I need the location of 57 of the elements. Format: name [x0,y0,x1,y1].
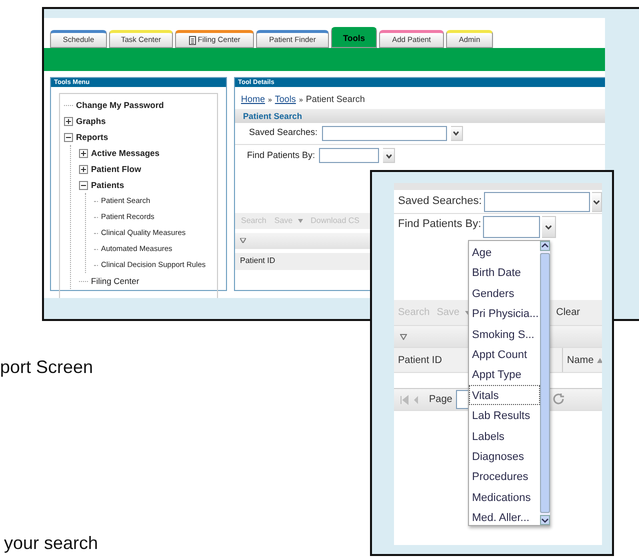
nav-tab[interactable]: Tools [331,27,377,48]
sort-arrow-icon [596,358,602,362]
dropdown-option[interactable]: Appt Count [469,344,540,364]
caret-icon [452,129,460,137]
breadcrumb-link[interactable]: Tools [274,93,296,106]
saved-searches-field[interactable] [484,192,590,212]
dropdown-option[interactable]: Med. Aller... [469,507,540,528]
column-header[interactable]: Patient ID [240,255,276,267]
slide-text: your search [4,533,98,555]
dropdown-option[interactable]: Labels [469,426,540,446]
tree-item[interactable]: Reports [76,130,108,144]
dropdown-option[interactable]: Smoking S... [469,324,540,344]
breadcrumb-current: Patient Search [306,93,365,106]
dropdown-option[interactable]: Birth Date [469,262,540,283]
tree-item[interactable]: Change My Password [76,98,164,112]
dropdown-button[interactable] [542,216,556,238]
filter-icon[interactable] [240,238,246,243]
dropdown-option[interactable]: Procedures [469,466,540,487]
dropdown-option[interactable]: Appt Type [469,364,540,385]
scroll-down-icon[interactable] [540,515,550,525]
dropdown-button[interactable] [592,192,602,212]
toolbar-button[interactable]: Clear [556,305,580,320]
caret-icon [384,152,393,160]
dropdown-option[interactable]: Genders [469,282,540,304]
dropdown-button[interactable] [383,148,396,163]
expand-icon[interactable] [79,164,88,174]
dropdown-option[interactable]: Diagnoses [469,446,540,466]
expand-icon[interactable] [79,148,88,158]
page-label: Page [429,393,452,407]
tree-item[interactable]: Active Messages [91,146,160,160]
collapse-icon[interactable] [64,132,73,142]
field-label: Find Patients By: [247,148,316,162]
find-patients-field[interactable] [483,216,540,238]
tree-item[interactable]: Graphs [76,114,106,128]
dropdown-option[interactable]: Lab Results [469,405,540,426]
dropdown-option[interactable]: Medications [469,486,540,508]
field-label: Saved Searches: [249,126,318,140]
find-patients-field[interactable] [319,148,380,163]
field-label: Find Patients By: [398,217,482,232]
dropdown-option[interactable]: Age [469,242,540,262]
saved-searches-field[interactable] [322,126,447,140]
collapse-icon[interactable] [79,180,88,190]
filter-icon[interactable] [400,334,407,340]
caret-icon [544,223,554,231]
slide-text: port Screen [0,357,94,379]
dropdown-option[interactable]: Pri Physicia... [469,303,540,324]
breadcrumb-link[interactable]: Home [241,93,266,106]
scroll-up-icon[interactable] [540,241,550,251]
section-title: Patient Search [235,108,605,122]
dropdown-button[interactable] [450,126,463,140]
column-header[interactable]: Name [562,348,602,372]
field-label: Saved Searches: [398,194,482,210]
expand-icon[interactable] [64,116,73,126]
tree-item[interactable]: Patients [91,178,124,192]
tree-item[interactable]: Filing Center [91,274,140,288]
caret-icon [592,198,601,206]
tree-item[interactable]: Patient Flow [91,162,142,176]
